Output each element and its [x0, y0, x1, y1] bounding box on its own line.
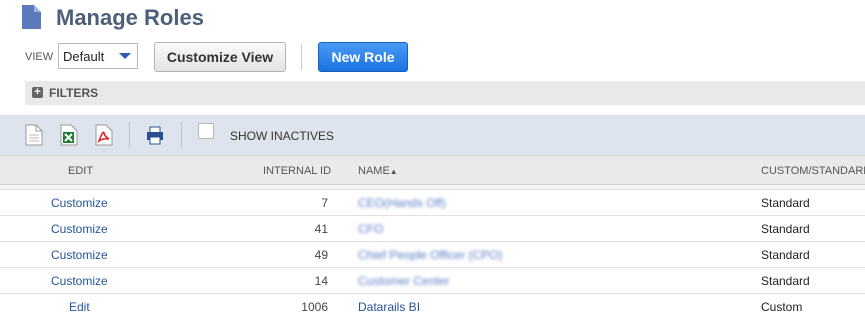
custom-standard-cell: Custom	[761, 300, 803, 314]
column-header-name[interactable]: NAME▲	[358, 165, 398, 177]
table-row: Customize 49 Chief People Officer (CPO) …	[0, 242, 865, 268]
view-select-value: Default	[63, 49, 105, 64]
table-row: Customize 14 Customer Center Standard	[0, 268, 865, 294]
filters-label: FILTERS	[49, 86, 99, 100]
customize-link[interactable]: Customize	[51, 248, 108, 262]
view-label: VIEW	[25, 51, 54, 63]
internal-id-cell: 7	[321, 196, 328, 210]
customize-link[interactable]: Customize	[51, 222, 108, 236]
sort-ascending-icon: ▲	[389, 167, 398, 176]
table-header: EDIT INTERNAL ID NAME▲ CUSTOM/STANDARD	[0, 155, 865, 185]
divider	[301, 44, 302, 70]
custom-standard-cell: Standard	[761, 196, 810, 210]
filters-bar[interactable]: + FILTERS	[25, 81, 865, 105]
chevron-down-icon	[119, 53, 131, 59]
table-row: Edit 1006 Datarails BI Custom	[0, 294, 865, 320]
customize-view-button[interactable]: Customize View	[154, 42, 286, 72]
role-name-link[interactable]: CEO(Hands Off)	[358, 196, 446, 210]
custom-standard-cell: Standard	[761, 222, 810, 236]
internal-id-cell: 41	[314, 222, 328, 236]
export-csv-icon[interactable]	[25, 124, 43, 146]
view-select[interactable]: Default	[58, 43, 138, 69]
edit-link[interactable]: Edit	[69, 300, 90, 314]
toolbar-divider	[129, 122, 130, 148]
internal-id-cell: 14	[314, 274, 328, 288]
print-icon[interactable]	[146, 124, 164, 146]
custom-standard-cell: Standard	[761, 274, 810, 288]
table-row: Customize 7 CEO(Hands Off) Standard	[0, 190, 865, 216]
show-inactives-checkbox[interactable]	[198, 123, 214, 139]
role-name-link[interactable]: CFO	[358, 222, 383, 236]
show-inactives-label: SHOW INACTIVES	[230, 129, 335, 143]
page-icon	[22, 5, 41, 29]
column-header-internal-id[interactable]: INTERNAL ID	[263, 165, 331, 177]
list-toolbar: SHOW INACTIVES	[0, 115, 865, 155]
page-title: Manage Roles	[56, 5, 204, 30]
customize-link[interactable]: Customize	[51, 274, 108, 288]
internal-id-cell: 1006	[301, 300, 328, 314]
column-header-custom-standard[interactable]: CUSTOM/STANDARD	[761, 165, 865, 177]
column-header-edit: EDIT	[68, 165, 94, 177]
custom-standard-cell: Standard	[761, 248, 810, 262]
column-header-name-label: NAME	[358, 165, 390, 177]
customize-link[interactable]: Customize	[51, 196, 108, 210]
new-role-button[interactable]: New Role	[318, 42, 408, 72]
table-row: Customize 41 CFO Standard	[0, 216, 865, 242]
export-excel-icon[interactable]	[60, 124, 78, 146]
expand-plus-icon[interactable]: +	[32, 87, 43, 98]
role-name-link[interactable]: Datarails BI	[358, 300, 420, 314]
toolbar-divider	[181, 122, 182, 148]
internal-id-cell: 49	[314, 248, 328, 262]
role-name-link[interactable]: Customer Center	[358, 274, 449, 288]
export-pdf-icon[interactable]	[95, 124, 113, 146]
role-name-link[interactable]: Chief People Officer (CPO)	[358, 248, 503, 262]
